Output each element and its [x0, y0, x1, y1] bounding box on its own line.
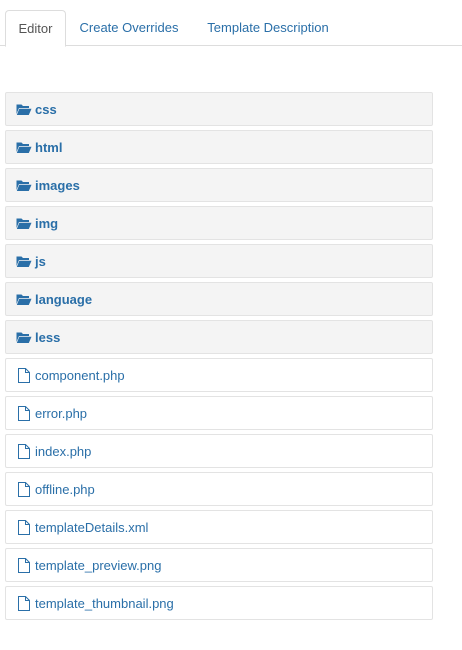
- folder-open-icon: [16, 215, 32, 231]
- folder-item-js[interactable]: js: [5, 244, 433, 278]
- file-item-template-thumbnail-png[interactable]: template_thumbnail.png: [5, 586, 433, 620]
- file-item-template-preview-png[interactable]: template_preview.png: [5, 548, 433, 582]
- file-label: component.php: [35, 367, 125, 383]
- tab-create-overrides[interactable]: Create Overrides: [68, 10, 190, 45]
- folder-label: less: [35, 329, 61, 345]
- file-icon: [16, 367, 32, 383]
- folder-item-less[interactable]: less: [5, 320, 433, 354]
- file-icon: [16, 595, 32, 611]
- folder-label: html: [35, 139, 63, 155]
- file-label: templateDetails.xml: [35, 519, 149, 535]
- folder-open-icon: [16, 253, 32, 269]
- folder-open-icon: [16, 139, 32, 155]
- folder-label: images: [35, 177, 80, 193]
- tab-template-description[interactable]: Template Description: [193, 10, 343, 45]
- file-icon: [16, 443, 32, 459]
- folder-open-icon: [16, 177, 32, 193]
- file-item-offline-php[interactable]: offline.php: [5, 472, 433, 506]
- folder-item-html[interactable]: html: [5, 130, 433, 164]
- file-label: template_thumbnail.png: [35, 595, 174, 611]
- file-item-templatedetails-xml[interactable]: templateDetails.xml: [5, 510, 433, 544]
- folder-open-icon: [16, 329, 32, 345]
- file-label: index.php: [35, 443, 92, 459]
- folder-label: language: [35, 291, 93, 307]
- folder-item-css[interactable]: css: [5, 92, 433, 126]
- folder-label: js: [35, 253, 46, 269]
- file-icon: [16, 481, 32, 497]
- file-icon: [16, 519, 32, 535]
- folder-open-icon: [16, 291, 32, 307]
- tab-editor[interactable]: Editor: [5, 10, 66, 47]
- file-icon: [16, 405, 32, 421]
- folder-open-icon: [16, 101, 32, 117]
- tab-bar: Editor Create Overrides Template Descrip…: [0, 10, 462, 47]
- file-label: offline.php: [35, 481, 95, 497]
- file-item-component-php[interactable]: component.php: [5, 358, 433, 392]
- folder-item-images[interactable]: images: [5, 168, 433, 202]
- file-label: template_preview.png: [35, 557, 162, 573]
- folder-item-language[interactable]: language: [5, 282, 433, 316]
- folder-label: css: [35, 101, 57, 117]
- file-item-index-php[interactable]: index.php: [5, 434, 433, 468]
- file-tree: css html images img js language less com…: [5, 92, 433, 624]
- file-label: error.php: [35, 405, 88, 421]
- file-item-error-php[interactable]: error.php: [5, 396, 433, 430]
- folder-item-img[interactable]: img: [5, 206, 433, 240]
- folder-label: img: [35, 215, 59, 231]
- file-icon: [16, 557, 32, 573]
